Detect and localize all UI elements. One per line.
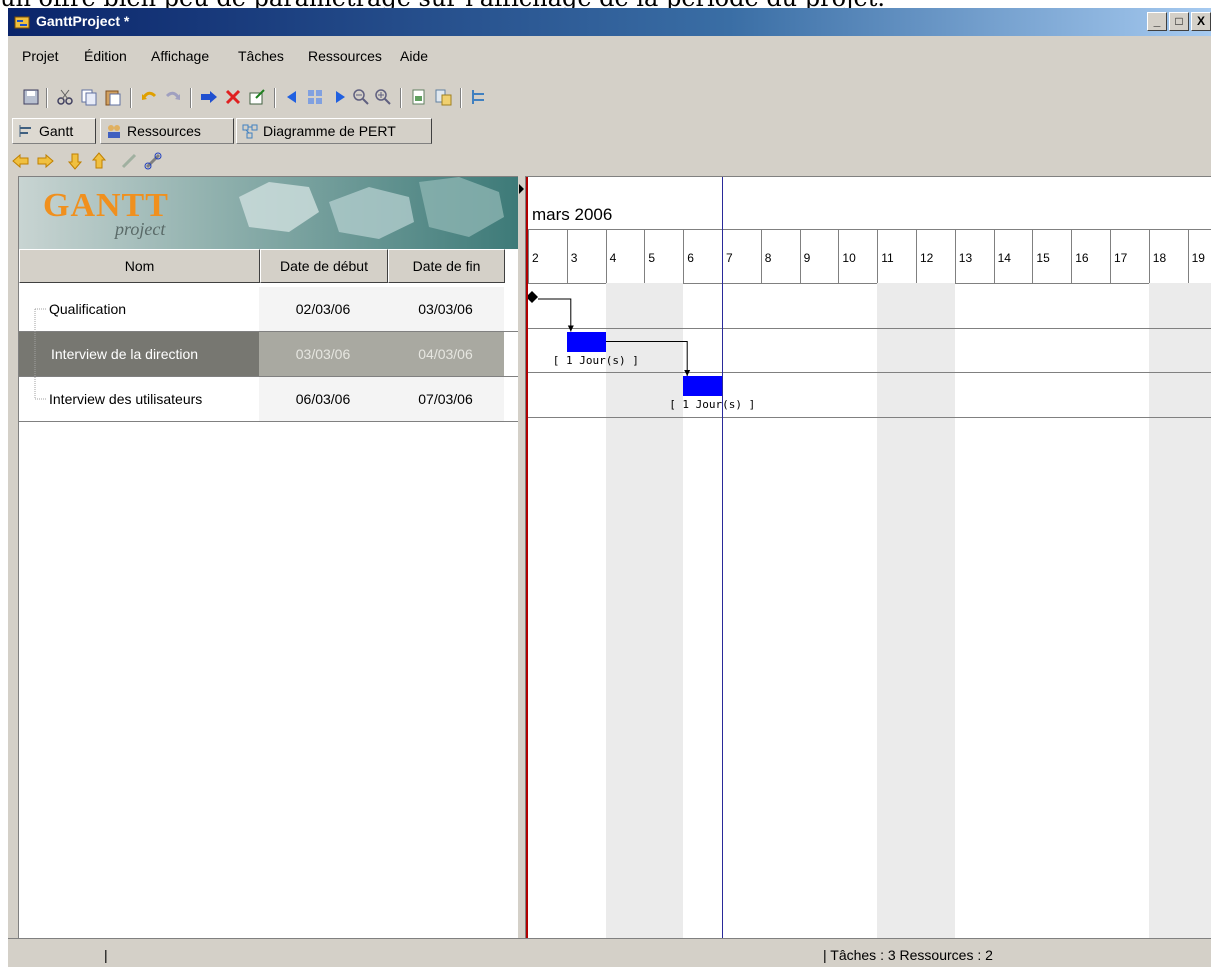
task-toolbar bbox=[8, 148, 1211, 176]
menu-aide[interactable]: Aide bbox=[400, 48, 428, 64]
link-icon[interactable] bbox=[144, 152, 162, 170]
dependency-line bbox=[538, 298, 572, 332]
zoom-out-icon[interactable] bbox=[352, 88, 370, 106]
menu-taches[interactable]: Tâches bbox=[238, 48, 284, 64]
title-bar[interactable]: GanttProject * _ □ X bbox=[8, 8, 1211, 36]
column-header-date-debut[interactable]: Date de début bbox=[260, 249, 388, 283]
column-header-date-fin[interactable]: Date de fin bbox=[388, 249, 505, 283]
menu-ressources[interactable]: Ressources bbox=[308, 48, 382, 64]
task-end: 03/03/06 bbox=[387, 287, 504, 331]
close-button[interactable]: X bbox=[1191, 12, 1211, 31]
task-bar[interactable] bbox=[683, 376, 722, 396]
project-start-line bbox=[526, 177, 528, 939]
delete-icon[interactable] bbox=[224, 88, 242, 106]
arrow-left-icon[interactable] bbox=[12, 152, 30, 170]
menu-affichage[interactable]: Affichage bbox=[151, 48, 209, 64]
splitter-arrow-icon[interactable] bbox=[518, 182, 526, 202]
maximize-button[interactable]: □ bbox=[1169, 12, 1189, 31]
task-tree-panel: GANTT project Nom Date de début Date de … bbox=[18, 176, 519, 939]
task-bar-label: [ 1 Jour(s) ] bbox=[669, 398, 756, 411]
task-end: 04/03/06 bbox=[387, 332, 504, 376]
table-row[interactable]: Interview des utilisateurs 06/03/06 07/0… bbox=[19, 377, 519, 421]
column-header-nom[interactable]: Nom bbox=[19, 249, 260, 283]
task-bar[interactable] bbox=[566, 331, 606, 352]
tab-pert-label: Diagramme de PERT bbox=[263, 123, 396, 139]
arrow-down-icon[interactable] bbox=[66, 152, 84, 170]
unlink-icon[interactable] bbox=[120, 152, 138, 170]
task-end: 07/03/06 bbox=[387, 377, 504, 421]
task-start: 06/03/06 bbox=[259, 377, 387, 421]
paste-icon[interactable] bbox=[104, 88, 122, 106]
gantt-chart[interactable]: mars 2006 2 3 4 5 6 7 8 9 10 11 12 13 14 15 16 17 18 19 [… bbox=[526, 176, 1211, 939]
table-row[interactable]: Interview de la direction 03/03/06 04/03… bbox=[19, 332, 519, 376]
menu-edition[interactable]: Édition bbox=[84, 48, 127, 64]
export-icon[interactable] bbox=[434, 88, 452, 106]
tree-lines bbox=[34, 308, 47, 400]
undo-icon[interactable] bbox=[140, 88, 158, 106]
tab-gantt-label: Gantt bbox=[39, 123, 74, 139]
ganttproject-logo: GANTT project bbox=[19, 177, 519, 249]
view-tabs: Gantt Ressources Diagramme de PERT bbox=[8, 116, 1211, 146]
zoom-in-icon[interactable] bbox=[374, 88, 392, 106]
redo-icon[interactable] bbox=[164, 88, 182, 106]
gantt-bars-layer bbox=[526, 291, 691, 376]
menu-projet[interactable]: Projet bbox=[22, 48, 59, 64]
tab-ressources-label: Ressources bbox=[127, 123, 201, 139]
status-bar: | | Tâches : 3 Ressources : 2 bbox=[8, 938, 1211, 968]
cut-icon[interactable] bbox=[56, 88, 74, 106]
app-icon bbox=[14, 16, 30, 29]
arrow-up-icon[interactable] bbox=[90, 152, 108, 170]
critical-path-icon[interactable] bbox=[470, 88, 488, 106]
status-left: | bbox=[104, 947, 108, 963]
copy-icon[interactable] bbox=[80, 88, 98, 106]
tab-gantt[interactable]: Gantt bbox=[12, 118, 96, 144]
forward-icon[interactable] bbox=[330, 88, 348, 106]
main-toolbar bbox=[8, 80, 1211, 112]
table-row[interactable]: Qualification 02/03/06 03/03/06 bbox=[19, 287, 519, 331]
menu-bar: Projet Édition Affichage Tâches Ressourc… bbox=[8, 36, 1211, 80]
task-start: 02/03/06 bbox=[259, 287, 387, 331]
window-title: GanttProject * bbox=[36, 13, 130, 29]
gantt-window: GanttProject * _ □ X Projet Édition Affi… bbox=[8, 8, 1211, 967]
status-summary: | Tâches : 3 Ressources : 2 bbox=[823, 947, 993, 963]
grid-icon[interactable] bbox=[306, 88, 324, 106]
pert-icon bbox=[242, 124, 258, 139]
print-icon[interactable] bbox=[410, 88, 428, 106]
back-icon[interactable] bbox=[284, 88, 302, 106]
task-start: 03/03/06 bbox=[259, 332, 387, 376]
insert-task-icon[interactable] bbox=[200, 88, 218, 106]
tab-pert[interactable]: Diagramme de PERT bbox=[236, 118, 432, 144]
resources-icon bbox=[108, 125, 120, 138]
tab-ressources[interactable]: Ressources bbox=[100, 118, 234, 144]
properties-icon[interactable] bbox=[248, 88, 266, 106]
panel-splitter[interactable] bbox=[518, 176, 526, 938]
gantt-icon bbox=[19, 125, 31, 137]
task-bar-label: [ 1 Jour(s) ] bbox=[552, 353, 639, 367]
today-line bbox=[722, 177, 723, 939]
save-icon[interactable] bbox=[22, 88, 40, 106]
arrow-right-icon[interactable] bbox=[36, 152, 54, 170]
minimize-button[interactable]: _ bbox=[1147, 12, 1167, 31]
logo-subtext: project bbox=[115, 219, 166, 239]
